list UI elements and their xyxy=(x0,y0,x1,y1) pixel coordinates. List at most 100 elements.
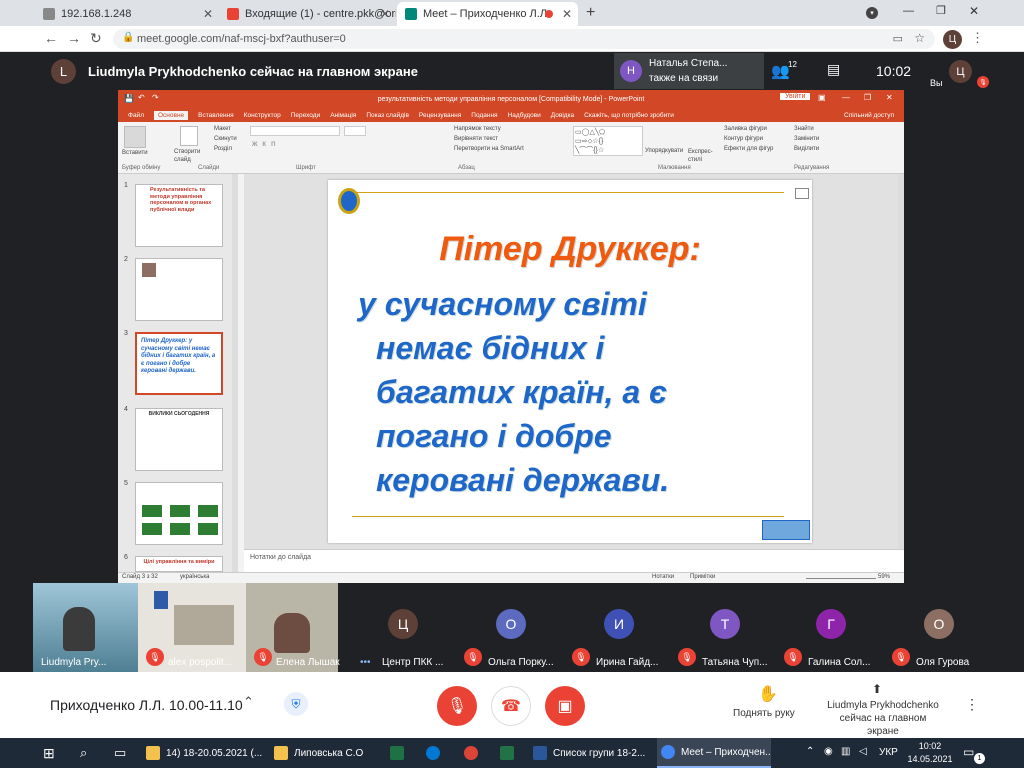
shape-effects-button[interactable]: Ефекти для фігур xyxy=(724,146,773,152)
share-button[interactable]: Спільний доступ xyxy=(844,112,894,119)
shape-outline-button[interactable]: Контур фігури xyxy=(724,136,763,142)
chevron-up-icon[interactable]: ⌃ xyxy=(243,694,254,710)
people-icon[interactable]: 👥 xyxy=(771,62,790,80)
back-icon[interactable]: ← xyxy=(44,30,58,46)
save-icon[interactable]: 💾 xyxy=(124,94,134,103)
present-icon[interactable]: ⬆ xyxy=(872,682,882,696)
mic-toggle-button[interactable]: 🎙 xyxy=(437,686,477,726)
taskbar-date[interactable]: 14.05.2021 xyxy=(903,754,957,764)
tell-me-search[interactable]: Скажіть, що потрібно зробити xyxy=(584,112,674,119)
slide-thumbnail-2[interactable] xyxy=(135,258,223,321)
tab-addins[interactable]: Надбудови xyxy=(508,112,541,119)
task-view-icon[interactable]: ▭ xyxy=(114,745,126,761)
participant-tile-5[interactable]: О 🎙 Ольга Порку... xyxy=(446,583,554,672)
taskbar-item-folder-2[interactable]: Липовська С.О xyxy=(274,738,382,768)
ribbon-display-icon[interactable]: ▣ xyxy=(818,93,826,102)
taskbar-item-meet[interactable]: Meet – Приходчен... xyxy=(657,738,771,768)
language-indicator[interactable]: УКР xyxy=(879,747,898,758)
windows-start-icon[interactable]: ⊞ xyxy=(43,745,55,762)
tab-review[interactable]: Рецензування xyxy=(419,112,461,119)
tab-animations[interactable]: Анімація xyxy=(330,112,356,119)
participant-tile-1[interactable]: Liudmyla Pry... xyxy=(33,583,138,672)
zoom-slider[interactable] xyxy=(806,578,876,579)
bookmark-star-icon[interactable]: ☆ xyxy=(914,31,925,45)
ppt-maximize-icon[interactable]: ❐ xyxy=(864,93,871,102)
window-close-icon[interactable]: ✕ xyxy=(969,4,979,18)
tab-transitions[interactable]: Переходи xyxy=(291,112,320,119)
taskbar-item-chrome[interactable] xyxy=(464,738,490,768)
layout-button[interactable]: Макет xyxy=(214,126,231,132)
participant-tile-7[interactable]: Т 🎙 Татьяна Чуп... xyxy=(658,583,767,672)
thumb-scrollbar[interactable] xyxy=(232,174,238,572)
shape-fill-button[interactable]: Заливка фігури xyxy=(724,126,767,132)
chat-icon[interactable]: ▤ xyxy=(827,61,840,78)
tab-help[interactable]: Довідка xyxy=(551,112,574,119)
menu-dots-icon[interactable]: ⋮ xyxy=(971,30,984,46)
taskbar-item-edge[interactable] xyxy=(426,738,452,768)
notes-pane[interactable]: Нотатки до слайда xyxy=(244,549,904,572)
participant-tile-3[interactable]: 🎙 Елена Лышак xyxy=(246,583,340,672)
comments-toggle[interactable]: Примітки xyxy=(690,574,715,580)
slide-thumbnail-5[interactable] xyxy=(135,482,223,545)
paste-icon[interactable] xyxy=(124,126,146,148)
section-button[interactable]: Розділ xyxy=(214,146,232,152)
network-icon[interactable]: ▥ xyxy=(841,746,850,757)
signin-button[interactable]: Увійти xyxy=(780,93,811,100)
tray-app-icon[interactable]: ◉ xyxy=(824,746,833,757)
notification-icon[interactable]: ▭ xyxy=(963,745,974,759)
quick-styles-button[interactable]: Експрес-стилі xyxy=(688,148,718,164)
shield-icon[interactable]: ⛨ xyxy=(284,692,308,716)
browser-tab-router[interactable]: 192.168.1.248 ✕ xyxy=(35,2,219,26)
new-slide-button[interactable]: Створити слайд xyxy=(174,148,208,164)
participant-tile-8[interactable]: Г 🎙 Галина Сол... xyxy=(764,583,870,672)
close-icon[interactable]: ✕ xyxy=(562,7,572,21)
raise-hand-button[interactable]: Поднять руку xyxy=(733,708,795,719)
arrange-button[interactable]: Упорядкувати xyxy=(645,148,683,154)
close-icon[interactable]: ✕ xyxy=(203,7,213,21)
minimize-icon[interactable]: — xyxy=(903,5,914,17)
taskbar-item-word[interactable]: Список групи 18-2... xyxy=(533,738,654,768)
leave-call-button[interactable]: ☎ xyxy=(491,686,531,726)
taskbar-time[interactable]: 10:02 xyxy=(913,741,947,751)
slide-thumbnail-3[interactable]: Пітер Друккер: у сучасному світі немає б… xyxy=(135,332,223,395)
new-slide-icon[interactable] xyxy=(180,126,198,146)
select-button[interactable]: Виділити xyxy=(794,146,819,152)
slide-thumbnail-6[interactable]: Цілі управління та виміри xyxy=(135,556,223,572)
font-size-dropdown[interactable] xyxy=(344,126,366,136)
ppt-minimize-icon[interactable]: — xyxy=(842,93,850,102)
language-indicator[interactable]: українська xyxy=(180,574,210,580)
font-family-dropdown[interactable] xyxy=(250,126,340,136)
raise-hand-icon[interactable]: ✋ xyxy=(758,684,778,704)
tab-insert[interactable]: Вставлення xyxy=(198,112,234,119)
address-bar[interactable]: 🔒 meet.google.com/naf-mscj-bxf?authuser=… xyxy=(113,29,935,49)
more-options-icon[interactable]: ⋮ xyxy=(965,696,979,713)
shapes-gallery[interactable]: ▭◯△╲⬠ ▭⇨⬦☆{} ╲⌒⌒{}☆ xyxy=(573,126,643,156)
browser-tab-meet[interactable]: Meet – Приходченко Л.Л. 10 ✕ xyxy=(397,2,578,26)
taskbar-item-project[interactable] xyxy=(500,738,526,768)
participant-tile-9[interactable]: О 🎙 Оля Гурова xyxy=(870,583,990,672)
tab-slideshow[interactable]: Показ слайдів xyxy=(366,112,409,119)
paste-button[interactable]: Вставити xyxy=(122,150,148,156)
new-tab-button[interactable]: + xyxy=(586,4,595,22)
tab-search-icon[interactable]: ▾ xyxy=(866,7,878,19)
close-icon[interactable]: ✕ xyxy=(380,7,390,21)
slide-thumbnail-1[interactable]: Результативність та методи управління пе… xyxy=(135,184,223,247)
tab-design[interactable]: Конструктор xyxy=(244,112,281,119)
current-slide[interactable]: Пітер Друккер: у сучасному світі немає б… xyxy=(328,180,812,543)
font-style-buttons[interactable]: ЖКП xyxy=(252,142,280,148)
zoom-level[interactable]: 59% xyxy=(878,574,890,580)
restore-icon[interactable]: ❐ xyxy=(936,4,946,17)
camera-toggle-button[interactable]: ▣ xyxy=(545,686,585,726)
tab-view[interactable]: Подання xyxy=(471,112,497,119)
align-text-button[interactable]: Вирівняти текст xyxy=(454,136,498,142)
camera-icon[interactable]: ▭ xyxy=(893,32,903,45)
tray-chevron-icon[interactable]: ⌃ xyxy=(806,746,814,757)
notes-toggle[interactable]: Нотатки xyxy=(652,574,674,580)
volume-icon[interactable]: ◁ xyxy=(859,746,867,757)
profile-avatar[interactable]: Ц xyxy=(943,30,962,49)
taskbar-item-folder-1[interactable]: 14) 18-20.05.2021 (... xyxy=(146,738,270,768)
redo-icon[interactable]: ↷ xyxy=(152,93,159,102)
slide-thumbnail-4[interactable]: ВИКЛИКИ СЬОГОДЕННЯ xyxy=(135,408,223,471)
slide-scrollbar[interactable] xyxy=(898,174,904,549)
forward-icon[interactable]: → xyxy=(67,30,81,46)
